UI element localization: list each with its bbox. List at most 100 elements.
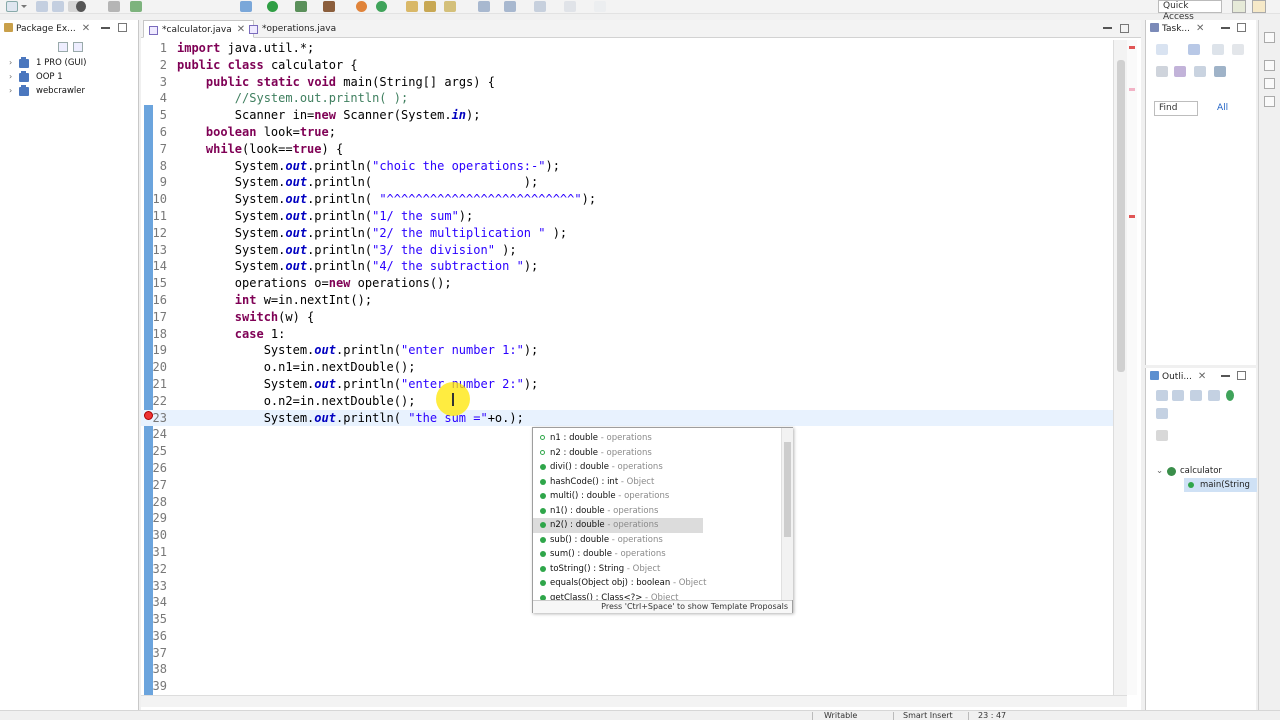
- code-line[interactable]: 23 System.out.println( "the sum ="+o.);: [141, 409, 1121, 427]
- task-list-tab[interactable]: Task... ✕: [1146, 20, 1204, 38]
- overview-ruler[interactable]: [1127, 40, 1137, 695]
- close-icon[interactable]: ✕: [1196, 20, 1204, 38]
- hide-icon[interactable]: [1194, 66, 1206, 77]
- completion-proposal[interactable]: n2() : double - operations: [533, 518, 703, 533]
- new-class-icon[interactable]: [356, 1, 367, 12]
- code-text[interactable]: public class calculator {: [177, 57, 358, 74]
- tree-item-project[interactable]: › 1 PRO (GUI): [0, 56, 139, 70]
- close-icon[interactable]: ✕: [82, 20, 90, 38]
- back-icon[interactable]: [534, 1, 546, 12]
- editor-maximize-icon[interactable]: [1120, 24, 1129, 33]
- tab-calculator-java[interactable]: *calculator.java ✕: [143, 20, 255, 38]
- code-line[interactable]: 13 System.out.println("3/ the division" …: [141, 242, 1121, 259]
- run-config-icon[interactable]: [295, 1, 307, 12]
- minimize-icon[interactable]: [1221, 375, 1230, 377]
- find-input[interactable]: Find: [1154, 101, 1198, 116]
- collapse-all-icon[interactable]: [58, 42, 68, 52]
- code-line[interactable]: 35: [141, 611, 1121, 628]
- code-line[interactable]: 16 int w=in.nextInt();: [141, 292, 1121, 309]
- save-all-icon[interactable]: [52, 1, 64, 12]
- completion-proposal[interactable]: n1() : double - operations: [533, 504, 779, 519]
- code-text[interactable]: System.out.println("3/ the division" );: [177, 242, 517, 259]
- code-text[interactable]: switch(w) {: [177, 309, 314, 326]
- focus-icon[interactable]: [1174, 66, 1186, 77]
- code-text[interactable]: import java.util.*;: [177, 40, 314, 57]
- code-text[interactable]: o.n1=in.nextDouble();: [177, 359, 416, 376]
- schedule-icon[interactable]: [1212, 44, 1224, 55]
- outline-item-class[interactable]: ⌄ calculator: [1154, 464, 1257, 478]
- code-line[interactable]: 18 case 1:: [141, 326, 1121, 343]
- code-text[interactable]: public static void main(String[] args) {: [177, 74, 495, 91]
- code-text[interactable]: case 1:: [177, 326, 286, 343]
- error-marker[interactable]: [1129, 215, 1135, 218]
- maximize-icon[interactable]: [118, 23, 127, 32]
- code-line[interactable]: 38: [141, 661, 1121, 678]
- code-line[interactable]: 12 System.out.println("2/ the multiplica…: [141, 225, 1121, 242]
- open-type-icon[interactable]: [376, 1, 387, 12]
- code-line[interactable]: 14 System.out.println("4/ the subtractio…: [141, 258, 1121, 275]
- code-line[interactable]: 3 public static void main(String[] args)…: [141, 74, 1121, 91]
- tree-item-project[interactable]: › webcrawler: [0, 84, 139, 98]
- code-line[interactable]: 10 System.out.println( "^^^^^^^^^^^^^^^^…: [141, 191, 1121, 208]
- code-line[interactable]: 8 System.out.println("choic the operatio…: [141, 158, 1121, 175]
- task-menu-icon[interactable]: [1214, 66, 1226, 77]
- outline-menu-icon[interactable]: [1156, 430, 1168, 441]
- completion-proposal[interactable]: n2 : double - operations: [533, 446, 779, 461]
- minimize-icon[interactable]: [1221, 27, 1230, 29]
- code-text[interactable]: System.out.println("enter number 1:");: [177, 342, 539, 359]
- code-text[interactable]: System.out.println("4/ the subtraction "…: [177, 258, 538, 275]
- code-text[interactable]: //System.out.println( );: [177, 90, 408, 107]
- quick-access-field[interactable]: Quick Access: [1158, 0, 1222, 22]
- outline-item-method[interactable]: main(String: [1184, 478, 1257, 492]
- proposal-scrollbar[interactable]: [781, 428, 793, 600]
- package-explorer-tab[interactable]: Package Ex... ✕: [0, 20, 90, 38]
- outline-tab[interactable]: Outli... ✕: [1146, 368, 1206, 386]
- link-editor-icon[interactable]: [73, 42, 83, 52]
- hide-nonpublic-icon[interactable]: [1208, 390, 1220, 401]
- code-text[interactable]: System.out.println( );: [177, 174, 538, 191]
- code-line[interactable]: 1 import java.util.*;: [141, 40, 1121, 57]
- maximize-icon[interactable]: [1237, 23, 1246, 32]
- code-text[interactable]: int w=in.nextInt();: [177, 292, 372, 309]
- search-icon[interactable]: [424, 1, 436, 12]
- completion-proposal[interactable]: toString() : String - Object: [533, 562, 779, 577]
- focus-outline-icon[interactable]: [1156, 408, 1168, 419]
- editor-vertical-scrollbar[interactable]: [1113, 40, 1127, 695]
- code-line[interactable]: 9 System.out.println( );: [141, 174, 1121, 191]
- javadoc-icon[interactable]: [1264, 96, 1275, 107]
- run-icon[interactable]: [267, 1, 278, 12]
- warning-marker[interactable]: [1129, 88, 1135, 91]
- completion-proposal[interactable]: n1 : double - operations: [533, 431, 779, 446]
- code-line[interactable]: 36: [141, 628, 1121, 645]
- tool-icon[interactable]: [108, 1, 120, 12]
- profile-icon[interactable]: [76, 1, 86, 12]
- debug-icon[interactable]: [240, 1, 252, 12]
- error-marker[interactable]: [1129, 46, 1135, 49]
- code-text[interactable]: o.n2=in.nextDouble();: [177, 393, 416, 410]
- hide-local-icon[interactable]: [1226, 390, 1234, 401]
- expand-arrow-icon[interactable]: ›: [9, 56, 12, 70]
- code-line[interactable]: 4 //System.out.println( );: [141, 90, 1121, 107]
- maximize-icon[interactable]: [1237, 371, 1246, 380]
- problems-icon[interactable]: [1264, 78, 1275, 89]
- java-perspective-icon[interactable]: [1252, 0, 1266, 13]
- coverage-icon[interactable]: [323, 1, 335, 12]
- code-text[interactable]: while(look==true) {: [177, 141, 343, 158]
- completion-proposal[interactable]: equals(Object obj) : boolean - Object: [533, 576, 779, 591]
- code-line[interactable]: 11 System.out.println("1/ the sum");: [141, 208, 1121, 225]
- expand-arrow-icon[interactable]: ›: [9, 84, 12, 98]
- completion-proposal[interactable]: divi() : double - operations: [533, 460, 779, 475]
- categorize-icon[interactable]: [1188, 44, 1200, 55]
- code-text[interactable]: System.out.println("enter number 2:");: [177, 376, 539, 393]
- completion-proposal[interactable]: hashCode() : int - Object: [533, 475, 779, 490]
- hide-fields-icon[interactable]: [1172, 390, 1184, 401]
- scrollbar-thumb[interactable]: [1117, 60, 1125, 372]
- code-line[interactable]: 2 public class calculator {: [141, 57, 1121, 74]
- expand-arrow-icon[interactable]: ›: [9, 70, 12, 84]
- new-project-icon[interactable]: [130, 1, 142, 12]
- tree-item-project[interactable]: › OOP 1: [0, 70, 139, 84]
- code-text[interactable]: System.out.println( "the sum ="+o.);: [177, 410, 524, 427]
- new-task-icon[interactable]: [1156, 44, 1168, 55]
- new-dropdown-icon[interactable]: [21, 5, 27, 8]
- console-icon[interactable]: [1264, 60, 1275, 71]
